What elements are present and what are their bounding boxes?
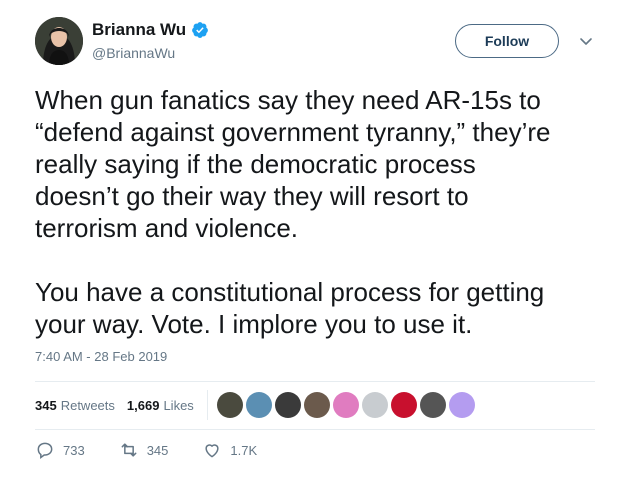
liker-avatar-9[interactable] xyxy=(449,392,475,418)
likes-count: 1,669 xyxy=(126,397,160,413)
reply-action[interactable]: 733 xyxy=(35,440,85,460)
liker-avatar-2[interactable] xyxy=(246,392,272,418)
retweets-count: 345 xyxy=(35,397,57,413)
author-avatar[interactable] xyxy=(35,17,83,65)
retweets-label: Retweets xyxy=(60,397,115,413)
author-handle[interactable]: @BriannaWu xyxy=(92,45,175,61)
like-count: 1.7K xyxy=(230,442,258,458)
liker-avatar-6[interactable] xyxy=(362,392,388,418)
engagement-stats: 345 Retweets 1,669 Likes xyxy=(35,383,206,427)
tweet-text: When gun fanatics say they need AR-15s t… xyxy=(35,85,551,339)
stats-separator xyxy=(207,390,208,420)
retweet-action[interactable]: 345 xyxy=(119,440,169,460)
tweet-actions: 733 345 1.7K xyxy=(35,440,291,460)
liker-avatar-4[interactable] xyxy=(304,392,330,418)
like-action[interactable]: 1.7K xyxy=(202,440,257,460)
tweet-card: Brianna Wu @BriannaWu Follow When gun fa… xyxy=(0,0,627,484)
reply-count: 733 xyxy=(63,442,85,458)
liker-avatar-1[interactable] xyxy=(217,392,243,418)
likes-stat[interactable]: 1,669 Likes xyxy=(127,398,194,413)
retweets-stat[interactable]: 345 Retweets xyxy=(35,398,115,413)
liker-avatar-8[interactable] xyxy=(420,392,446,418)
likes-label: Likes xyxy=(163,397,194,413)
heart-icon xyxy=(205,444,219,458)
follow-button[interactable]: Follow xyxy=(455,24,559,58)
author-name-row[interactable]: Brianna Wu xyxy=(92,20,209,40)
reply-icon xyxy=(37,442,53,459)
divider-bottom xyxy=(35,429,595,430)
divider-top xyxy=(35,381,595,382)
author-display-name[interactable]: Brianna Wu xyxy=(92,20,186,40)
retweet-count: 345 xyxy=(146,442,169,458)
chevron-down-icon[interactable] xyxy=(578,33,594,49)
liker-avatar-7[interactable] xyxy=(391,392,417,418)
tweet-timestamp[interactable]: 7:40 AM - 28 Feb 2019 xyxy=(35,349,167,364)
liker-avatar-5[interactable] xyxy=(333,392,359,418)
verified-badge-icon xyxy=(192,22,209,38)
liker-avatars xyxy=(217,392,475,418)
retweet-icon xyxy=(121,443,137,457)
liker-avatar-3[interactable] xyxy=(275,392,301,418)
